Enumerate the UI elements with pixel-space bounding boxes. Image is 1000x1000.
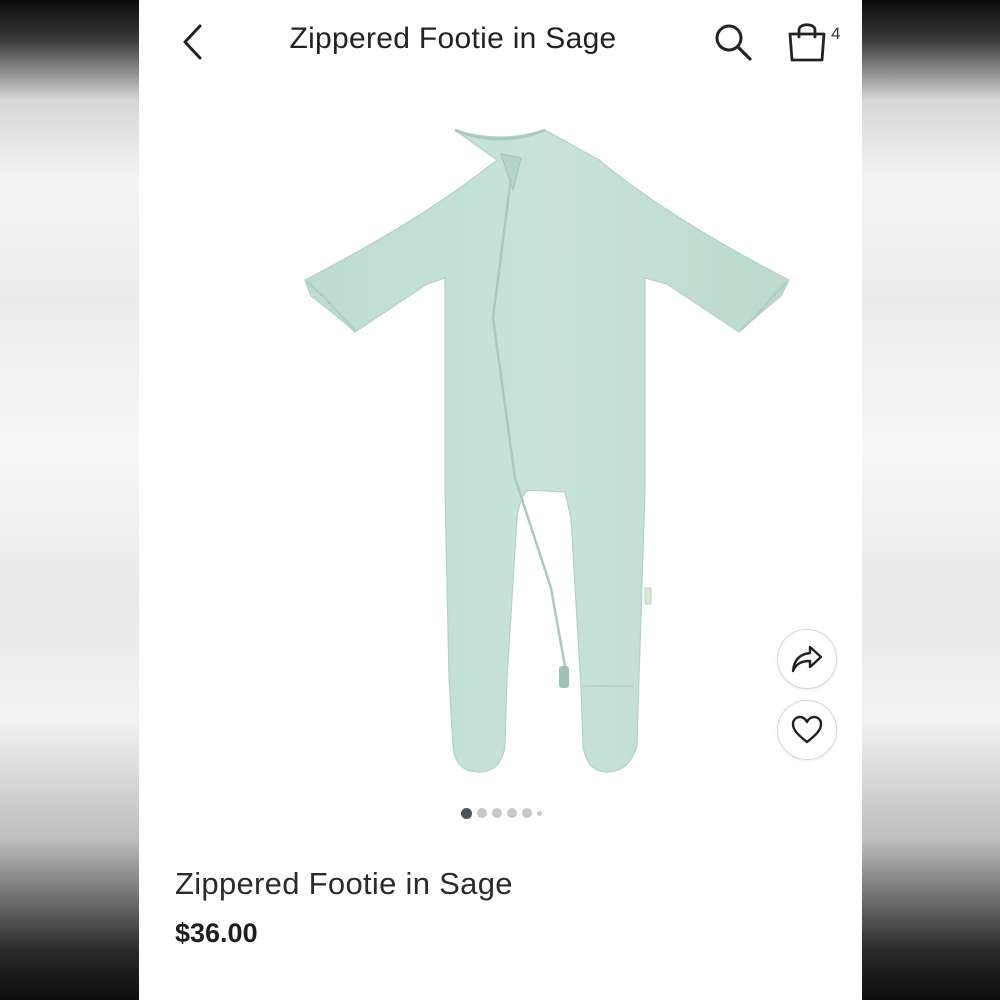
heart-icon [791, 715, 823, 744]
back-button[interactable] [171, 20, 215, 64]
product-price: $36.00 [175, 918, 258, 948]
share-button[interactable] [777, 629, 837, 689]
favorite-button[interactable] [777, 700, 837, 760]
shopping-bag-icon [788, 23, 826, 62]
background-left-blur [0, 0, 139, 1000]
search-button[interactable] [711, 20, 755, 64]
background-right-blur [862, 0, 1000, 1000]
search-icon [715, 24, 752, 61]
cart-count-badge: 4 [831, 24, 841, 43]
product-name: Zippered Footie in Sage [175, 866, 513, 901]
page-title: Zippered Footie in Sage [289, 22, 617, 55]
carousel-dot-5[interactable] [522, 808, 532, 818]
footie-silhouette [304, 129, 790, 773]
chevron-left-icon [183, 24, 202, 60]
zipper-pull [559, 666, 569, 688]
cart-button[interactable] [785, 18, 829, 64]
carousel-indicator [461, 806, 542, 820]
product-image[interactable] [199, 118, 799, 778]
top-nav-bar: Zippered Footie in Sage 4 [139, 0, 862, 86]
carousel-dot-4[interactable] [507, 808, 517, 818]
share-icon [791, 645, 823, 673]
product-page: Zippered Footie in Sage 4 Zippered Footi… [139, 0, 862, 1000]
carousel-dot-3[interactable] [492, 808, 502, 818]
carousel-dot-1[interactable] [461, 807, 472, 819]
carousel-dot-6[interactable] [537, 810, 542, 816]
carousel-dot-2[interactable] [477, 808, 487, 818]
